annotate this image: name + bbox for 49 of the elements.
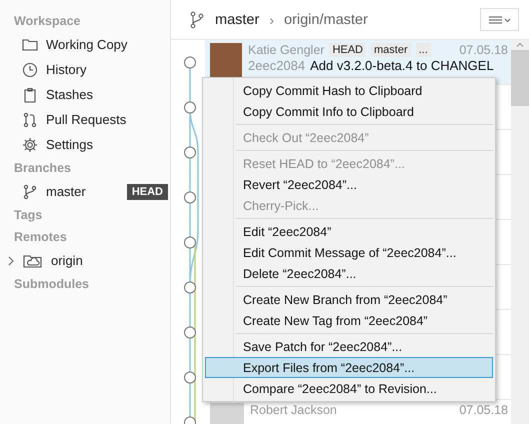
commit-message: Add v3.2.0-beta.4 to CHANGEL — [310, 58, 494, 73]
scrollbar[interactable] — [511, 40, 529, 424]
section-title: Remotes — [13, 229, 68, 246]
section-title: Workspace — [13, 13, 82, 30]
commit-hash: 2eec2084 — [248, 58, 306, 73]
sidebar-item[interactable]: origin — [0, 248, 170, 273]
section-title: Tags — [13, 207, 44, 224]
menu-item[interactable]: Delete “2eec2084”... — [205, 263, 493, 284]
sidebar-item[interactable]: Working Copy — [0, 32, 170, 57]
branch-icon — [22, 184, 38, 200]
ref-tag: ... — [416, 43, 431, 57]
menu-icon — [488, 16, 510, 24]
chevron-icon[interactable] — [8, 256, 15, 266]
commit-date: 07.05.18 — [459, 43, 508, 57]
menu-item[interactable]: Save Patch for “2eec2084”... — [205, 336, 493, 357]
sidebar-item[interactable]: History — [0, 57, 170, 82]
section-title: Submodules — [13, 276, 90, 293]
commit-author: Robert Jackson — [250, 403, 337, 417]
settings-icon — [22, 136, 38, 152]
sidebar-item[interactable]: master HEAD — [0, 179, 170, 204]
menu-item[interactable]: Compare “2eec2084” to Revision... — [205, 378, 493, 399]
upstream-branch: origin/master — [284, 12, 369, 28]
pull-request-icon — [22, 112, 38, 128]
branch-icon — [189, 10, 205, 28]
view-menu-button[interactable] — [480, 8, 519, 31]
sidebar-item[interactable]: Settings — [0, 132, 170, 157]
cloud-folder-icon — [23, 252, 43, 268]
clock-icon — [22, 62, 38, 78]
section-title: Branches — [13, 160, 72, 177]
ref-tag: HEAD — [329, 43, 366, 57]
photo-placeholder — [210, 43, 242, 77]
menu-item[interactable]: Export Files from “2eec2084”... — [205, 357, 493, 378]
menu-item[interactable]: Edit “2eec2084” — [205, 221, 493, 242]
head-badge: HEAD — [126, 184, 168, 200]
clipboard-icon — [22, 86, 38, 102]
commit-author: Katie Gengler — [248, 43, 324, 57]
sidebar-item[interactable]: Stashes — [0, 82, 170, 107]
commit-date: 07.05.18 — [459, 403, 508, 417]
menu-item[interactable]: Copy Commit Info to Clipboard — [205, 101, 493, 122]
branch-name: master — [215, 12, 260, 28]
menu-item[interactable]: Create New Tag from “2eec2084” — [205, 310, 493, 331]
folder-icon — [22, 36, 38, 52]
ref-tag: master — [371, 43, 411, 57]
menu-item[interactable]: Edit Commit Message of “2eec2084”... — [205, 242, 493, 263]
breadcrumb-separator: › — [269, 12, 274, 28]
scrollbar-thumb[interactable] — [511, 50, 529, 106]
menu-item[interactable]: Revert “2eec2084”... — [205, 174, 493, 195]
menu-item[interactable]: Create New Branch from “2eec2084” — [205, 289, 493, 310]
sidebar-item[interactable]: Pull Requests — [0, 107, 170, 132]
